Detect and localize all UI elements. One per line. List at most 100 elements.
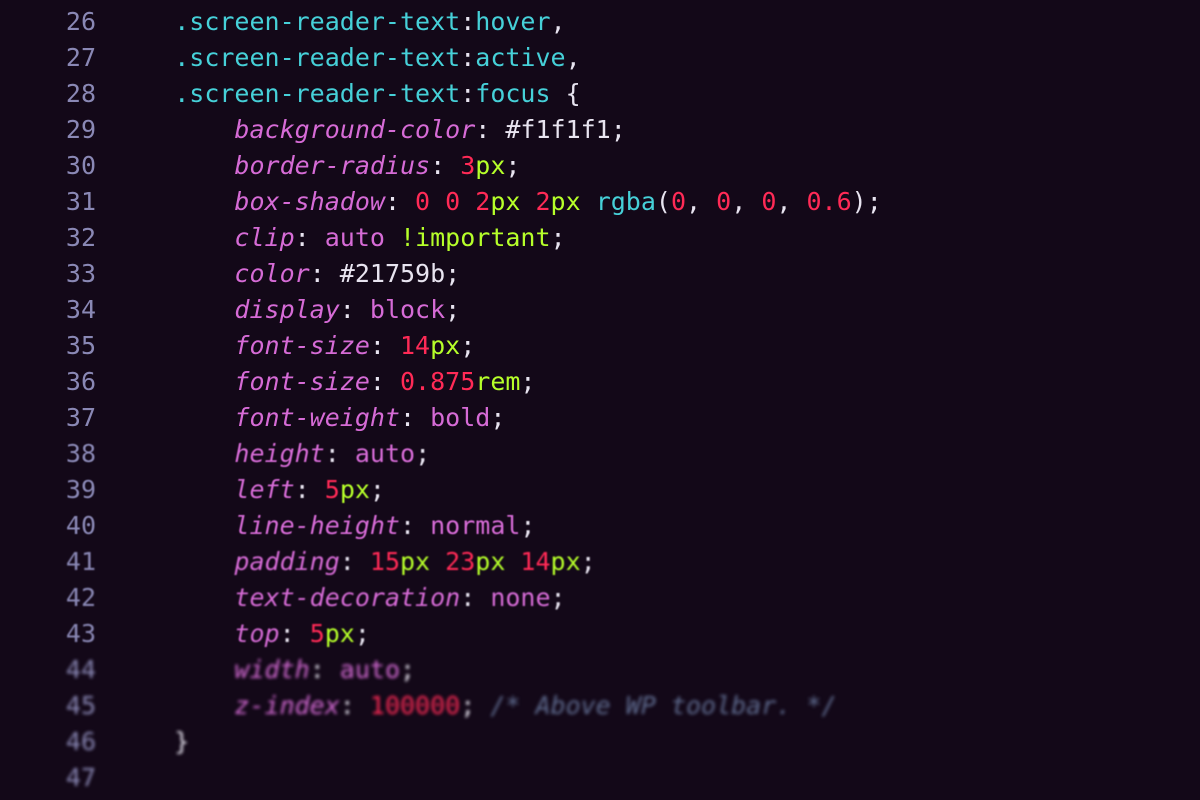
code-line[interactable]: 41 padding: 15px 23px 14px; [0,544,1200,580]
line-number: 44 [0,652,114,688]
code-content[interactable] [114,760,1200,796]
line-number: 37 [0,400,114,436]
code-content[interactable]: .screen-reader-text:active, [114,40,1200,76]
token-sel: hover [475,7,550,36]
token-prop: top [234,619,279,648]
token-punc: ; [551,223,566,252]
code-line[interactable]: 47 [0,760,1200,796]
code-content[interactable]: font-size: 0.875rem; [114,364,1200,400]
token-brace: { [551,79,581,108]
code-content[interactable]: height: auto; [114,436,1200,472]
line-number: 47 [0,760,114,796]
token-punc: : [475,115,505,144]
code-content[interactable]: } [114,724,1200,760]
code-content[interactable]: padding: 15px 23px 14px; [114,544,1200,580]
token-sel: .screen-reader-text [174,43,460,72]
line-number: 35 [0,328,114,364]
code-line[interactable]: 38 height: auto; [0,436,1200,472]
token-punc: : [430,151,460,180]
code-content[interactable]: .screen-reader-text:focus { [114,76,1200,112]
code-line[interactable]: 46 } [0,724,1200,760]
token-kw: auto [340,655,400,684]
token-sel: .screen-reader-text [174,79,460,108]
token-num: 5 [310,619,325,648]
code-content[interactable]: .screen-reader-text:hover, [114,4,1200,40]
token-kw: bold [430,403,490,432]
code-line[interactable]: 36 font-size: 0.875rem; [0,364,1200,400]
token-kw: normal [430,511,520,540]
token-cmt: /* Above WP toolbar. */ [490,691,836,720]
code-line[interactable]: 43 top: 5px; [0,616,1200,652]
code-content[interactable]: left: 5px; [114,472,1200,508]
code-content[interactable]: font-size: 14px; [114,328,1200,364]
line-number: 34 [0,292,114,328]
token-punc: : [460,7,475,36]
token-punc: ; [415,439,430,468]
code-line[interactable]: 31 box-shadow: 0 0 2px 2px rgba(0, 0, 0,… [0,184,1200,220]
token-num: 100000 [370,691,460,720]
token-num: 5 [325,475,340,504]
token-punc: ; [867,187,882,216]
code-editor[interactable]: 26 .screen-reader-text:hover,27 .screen-… [0,0,1200,796]
token-punc: : [340,547,370,576]
code-line[interactable]: 39 left: 5px; [0,472,1200,508]
token-kw: auto [355,439,415,468]
code-content[interactable]: top: 5px; [114,616,1200,652]
token-brace: } [174,727,189,756]
code-line[interactable]: 32 clip: auto !important; [0,220,1200,256]
token-punc: ; [581,547,596,576]
token-punc: : [340,691,370,720]
line-number: 27 [0,40,114,76]
code-content[interactable]: z-index: 100000; /* Above WP toolbar. */ [114,688,1200,724]
code-line[interactable]: 45 z-index: 100000; /* Above WP toolbar.… [0,688,1200,724]
token-num: 0 [716,187,731,216]
token-prop: font-size [234,367,369,396]
line-number: 38 [0,436,114,472]
token-punc: : [385,187,415,216]
token-prop: width [234,655,309,684]
line-number: 29 [0,112,114,148]
code-line[interactable]: 29 background-color: #f1f1f1; [0,112,1200,148]
code-line[interactable]: 27 .screen-reader-text:active, [0,40,1200,76]
token-hex: #21759b [340,259,445,288]
code-line[interactable]: 35 font-size: 14px; [0,328,1200,364]
code-content[interactable]: color: #21759b; [114,256,1200,292]
token-punc: ( [656,187,671,216]
code-line[interactable]: 42 text-decoration: none; [0,580,1200,616]
code-content[interactable]: box-shadow: 0 0 2px 2px rgba(0, 0, 0, 0.… [114,184,1200,220]
token-num: 15 [370,547,400,576]
token-punc: ; [445,295,460,324]
token-unit: px [325,619,355,648]
code-content[interactable]: width: auto; [114,652,1200,688]
code-line[interactable]: 28 .screen-reader-text:focus { [0,76,1200,112]
token-prop: color [234,259,309,288]
code-content[interactable]: font-weight: bold; [114,400,1200,436]
code-content[interactable]: text-decoration: none; [114,580,1200,616]
token-punc: : [325,439,355,468]
code-content[interactable]: background-color: #f1f1f1; [114,112,1200,148]
code-line[interactable]: 33 color: #21759b; [0,256,1200,292]
token-num: 23 [445,547,475,576]
token-unit: px [475,547,520,576]
code-line[interactable]: 30 border-radius: 3px; [0,148,1200,184]
code-line[interactable]: 37 font-weight: bold; [0,400,1200,436]
code-content[interactable]: display: block; [114,292,1200,328]
token-unit: px [475,151,505,180]
code-line[interactable]: 44 width: auto; [0,652,1200,688]
token-punc: : [340,295,370,324]
line-number: 46 [0,724,114,760]
line-number: 26 [0,4,114,40]
token-punc: : [280,619,310,648]
code-content[interactable]: clip: auto !important; [114,220,1200,256]
token-punc: : [295,475,325,504]
token-punc: : [295,223,325,252]
token-prop: clip [234,223,294,252]
token-punc: ) [852,187,867,216]
code-line[interactable]: 34 display: block; [0,292,1200,328]
token-num: 0.875 [400,367,475,396]
code-line[interactable]: 40 line-height: normal; [0,508,1200,544]
code-content[interactable]: border-radius: 3px; [114,148,1200,184]
token-kw: auto [325,223,400,252]
code-line[interactable]: 26 .screen-reader-text:hover, [0,4,1200,40]
code-content[interactable]: line-height: normal; [114,508,1200,544]
